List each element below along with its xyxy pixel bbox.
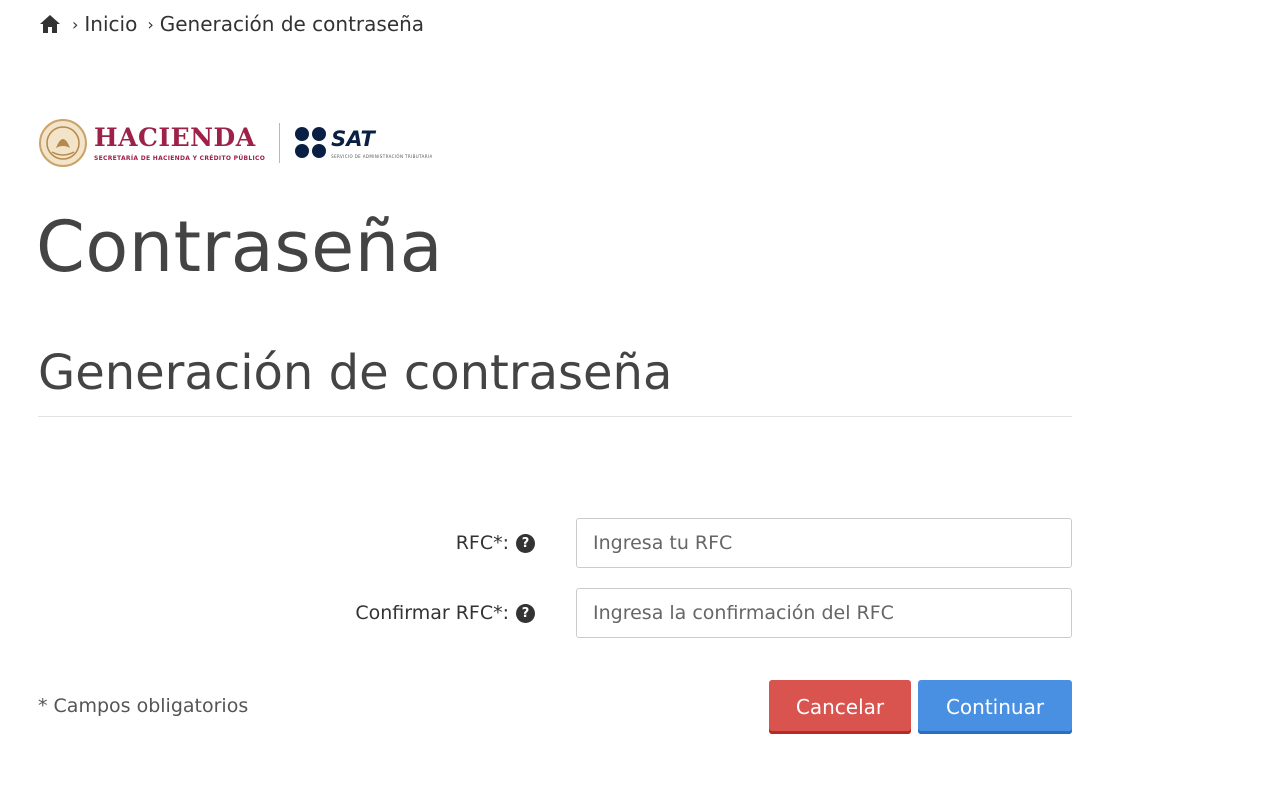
rfc-row: RFC*: ? <box>0 518 1280 568</box>
rfc-label-text: RFC*: <box>455 532 509 554</box>
continue-button[interactable]: Continuar <box>918 680 1072 734</box>
confirm-rfc-label: Confirmar RFC*: ? <box>355 602 535 624</box>
required-fields-note: * Campos obligatorios <box>38 695 249 717</box>
breadcrumb-item-current: Generación de contraseña <box>159 12 425 36</box>
breadcrumb-item-inicio[interactable]: Inicio <box>84 12 137 36</box>
section-title: Generación de contraseña <box>38 345 673 401</box>
sat-logo-subtitle: SERVICIO DE ADMINISTRACIÓN TRIBUTARIA <box>331 153 433 159</box>
question-circle-icon[interactable]: ? <box>516 603 535 623</box>
section-divider <box>38 416 1072 417</box>
confirm-rfc-input[interactable] <box>576 588 1072 638</box>
home-icon[interactable] <box>38 12 62 36</box>
rfc-input[interactable] <box>576 518 1072 568</box>
question-circle-icon[interactable]: ? <box>516 533 535 553</box>
hacienda-logo-subtitle: SECRETARÍA DE HACIENDA Y CRÉDITO PÚBLICO <box>94 154 266 162</box>
rfc-label: RFC*: ? <box>456 532 535 554</box>
page-title: Contraseña <box>36 206 443 288</box>
cancel-button[interactable]: Cancelar <box>769 680 911 734</box>
logo-divider <box>279 123 281 163</box>
hacienda-emblem-icon <box>39 119 87 167</box>
header-logos: HACIENDA SECRETARÍA DE HACIENDA Y CRÉDIT… <box>38 116 433 170</box>
sat-logo-name: SAT <box>331 126 375 151</box>
confirm-rfc-label-text: Confirmar RFC*: <box>355 602 509 624</box>
confirm-rfc-row: Confirmar RFC*: ? <box>0 588 1280 638</box>
chevron-right-icon: › <box>72 14 79 34</box>
chevron-right-icon: › <box>147 14 154 34</box>
sat-dots-icon <box>295 127 327 158</box>
breadcrumb: › Inicio › Generación de contraseña <box>38 12 424 36</box>
hacienda-logo-name: HACIENDA <box>94 122 256 152</box>
